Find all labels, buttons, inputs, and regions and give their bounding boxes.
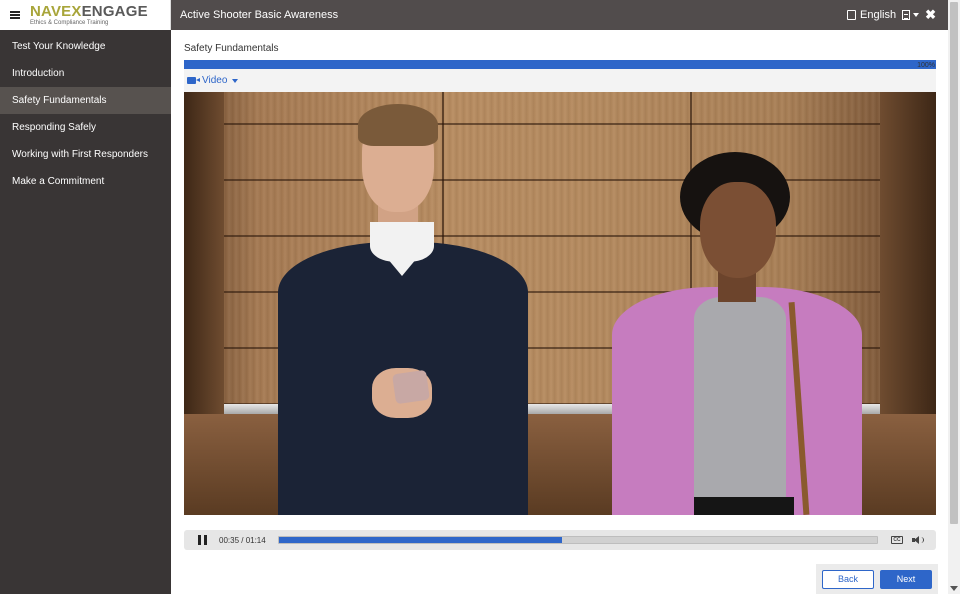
sidebar-item-label: Working with First Responders (12, 149, 148, 160)
progress-fill (184, 60, 936, 69)
sidebar-item-working-with-first-responders[interactable]: Working with First Responders (0, 141, 171, 168)
language-icon (847, 10, 857, 20)
pause-icon[interactable] (198, 535, 207, 545)
back-button[interactable]: Back (822, 569, 874, 589)
course-progress-bar: 100% (184, 60, 936, 69)
closed-captions-icon[interactable]: CC (891, 536, 903, 544)
sidebar-item-make-a-commitment[interactable]: Make a Commitment (0, 168, 171, 195)
phone (392, 369, 430, 405)
chevron-down-icon (913, 13, 920, 17)
lesson-navigation: Back Next (816, 564, 938, 594)
document-icon (902, 10, 911, 20)
volume-icon[interactable] (912, 535, 924, 545)
seek-bar[interactable] (278, 536, 878, 544)
sidebar-item-label: Test Your Knowledge (12, 41, 106, 52)
seek-progress (279, 537, 562, 543)
sidebar-item-label: Safety Fundamentals (12, 95, 107, 106)
chevron-down-icon (232, 78, 239, 83)
sidebar-item-test-your-knowledge[interactable]: Test Your Knowledge (0, 33, 171, 60)
hair (358, 104, 438, 146)
media-type-label: Video (202, 75, 228, 86)
close-icon[interactable]: ✖ (925, 7, 936, 23)
language-label: English (860, 9, 897, 21)
playback-time: 00:35 / 01:14 (219, 535, 266, 545)
course-title: Active Shooter Basic Awareness (180, 9, 339, 21)
video-frame[interactable] (184, 92, 936, 515)
sidebar-item-label: Responding Safely (12, 122, 96, 133)
shirt (694, 297, 786, 515)
sidebar-item-label: Introduction (12, 68, 65, 79)
page-scrollbar[interactable] (948, 0, 960, 594)
sidebar-item-label: Make a Commitment (12, 176, 105, 187)
top-header: Active Shooter Basic Awareness English ✖ (171, 0, 948, 30)
next-button[interactable]: Next (880, 569, 932, 589)
sidebar-nav: Test Your Knowledge Introduction Safety … (0, 30, 171, 195)
undershirt (370, 222, 434, 262)
menu-icon[interactable] (0, 0, 30, 30)
media-type-selector[interactable]: Video (184, 69, 936, 92)
sidebar-item-introduction[interactable]: Introduction (0, 60, 171, 87)
face (700, 182, 776, 278)
woman-figure (604, 152, 904, 515)
video-camera-icon (187, 77, 200, 84)
scrollbar-thumb[interactable] (950, 2, 958, 524)
section-title: Safety Fundamentals (184, 43, 279, 54)
pants (694, 497, 794, 515)
scroll-down-arrow-icon[interactable] (950, 586, 958, 591)
sidebar-item-safety-fundamentals[interactable]: Safety Fundamentals (0, 87, 171, 114)
language-selector[interactable]: English (847, 9, 896, 21)
logo-bar: NAVEXENGAGE Ethics & Compliance Training (0, 0, 171, 30)
document-menu[interactable] (902, 10, 920, 20)
sidebar-item-responding-safely[interactable]: Responding Safely (0, 114, 171, 141)
navex-engage-logo: NAVEXENGAGE Ethics & Compliance Training (30, 3, 148, 26)
sidebar: NAVEXENGAGE Ethics & Compliance Training… (0, 0, 171, 594)
man-figure (274, 102, 544, 515)
video-controls: 00:35 / 01:14 CC (184, 530, 936, 550)
header-actions: English ✖ (847, 7, 936, 23)
